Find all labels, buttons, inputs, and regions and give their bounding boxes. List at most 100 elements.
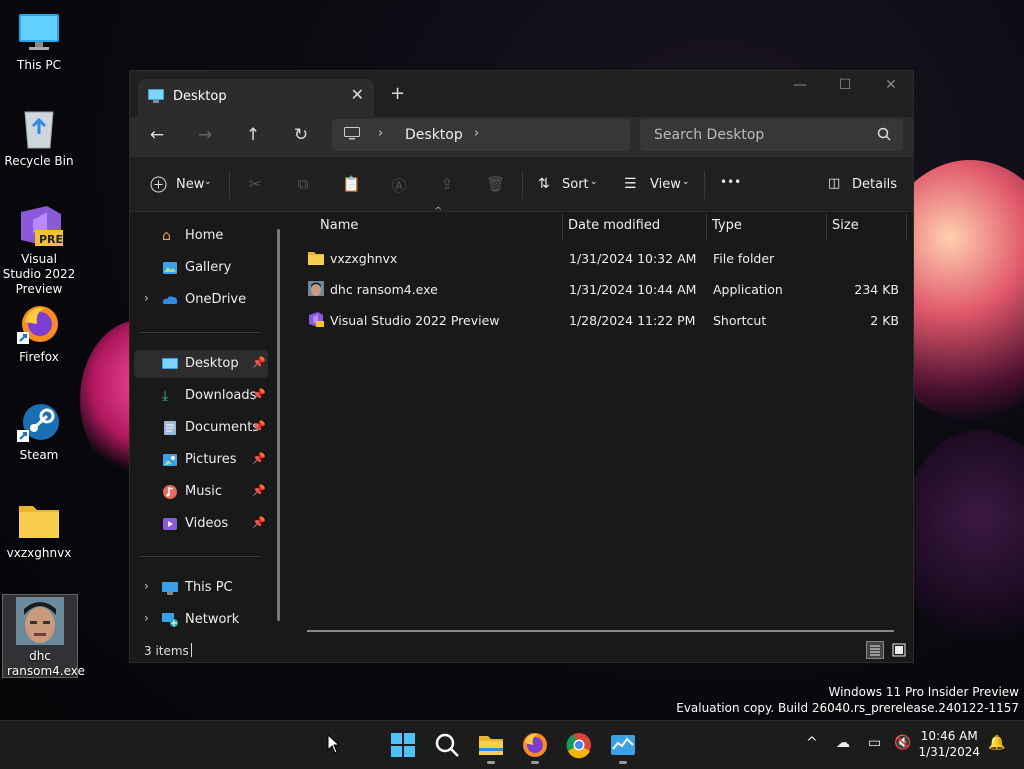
nav-item-gallery[interactable]: Gallery (134, 254, 268, 282)
divider (522, 171, 523, 199)
table-row[interactable]: vxzxghnvx 1/31/2024 10:32 AM File folder (302, 244, 907, 272)
nav-item-home[interactable]: ⌂ Home (134, 222, 268, 250)
sort-button[interactable]: ⇅ Sort ⌄ (536, 171, 602, 199)
minimize-button[interactable]: — (785, 77, 815, 93)
chevron-right-icon[interactable]: › (378, 126, 383, 141)
column-header-date[interactable]: Date modified (568, 218, 660, 233)
nav-item-documents[interactable]: Documents 📌 (134, 414, 268, 442)
tiles-view-icon[interactable] (890, 641, 908, 659)
sort-ascending-icon: ^ (434, 206, 443, 217)
pin-icon[interactable]: 📌 (252, 388, 266, 401)
task-manager-taskbar-icon[interactable] (609, 731, 637, 759)
address-box[interactable]: › Desktop › (332, 119, 630, 151)
nav-item-onedrive[interactable]: › OneDrive (134, 286, 268, 314)
horizontal-scrollbar[interactable] (307, 630, 894, 632)
desktop-icon-folder[interactable]: vxzxghnvx (2, 498, 76, 561)
file-explorer-taskbar-icon[interactable] (477, 731, 505, 759)
pin-icon[interactable]: 📌 (252, 356, 266, 369)
column-header-name[interactable]: Name (320, 218, 358, 233)
close-tab-icon[interactable]: ✕ (351, 85, 364, 104)
rename-icon[interactable]: Ⓐ (390, 175, 408, 195)
chevron-right-icon[interactable]: › (144, 291, 149, 305)
delete-icon[interactable]: 🗑 (486, 175, 505, 193)
start-button[interactable] (389, 731, 417, 759)
desktop-icon-recycle-bin[interactable]: Recycle Bin (2, 106, 76, 169)
share-icon[interactable]: ⇪ (438, 175, 456, 193)
nav-label: Network (185, 612, 240, 627)
close-window-button[interactable]: ✕ (876, 77, 906, 93)
chevron-right-icon[interactable]: › (144, 611, 149, 625)
column-header-type[interactable]: Type (712, 218, 742, 233)
chevron-right-icon[interactable]: › (474, 126, 479, 141)
chevron-right-icon[interactable]: › (144, 579, 149, 593)
copy-icon[interactable]: ⧉ (294, 175, 312, 193)
tab-desktop[interactable]: Desktop ✕ (138, 79, 374, 117)
desktop-icon-label: vxzxghnvx (6, 546, 72, 560)
desktop-icon-label: dhc ransom4.exe (7, 649, 85, 678)
desktop-icon-steam[interactable]: Steam (2, 400, 76, 463)
system-clock[interactable]: 10:46 AM 1/31/2024 (918, 728, 980, 760)
forward-button[interactable]: → (190, 125, 220, 149)
desktop-icon-ransom-exe[interactable]: dhc ransom4.exe (2, 594, 85, 678)
volume-muted-icon[interactable]: 🔇 (894, 735, 911, 751)
view-button[interactable]: ☰ View ⌄ (624, 171, 694, 199)
chrome-taskbar-icon[interactable] (565, 731, 593, 759)
maximize-button[interactable]: ☐ (830, 77, 860, 93)
details-pane-button[interactable]: ◫ Details (828, 171, 898, 199)
nav-item-downloads[interactable]: ⤓ Downloads 📌 (134, 382, 268, 410)
watermark-line: Windows 11 Pro Insider Preview (828, 685, 1019, 699)
table-row[interactable]: Visual Studio 2022 Preview 1/28/2024 11:… (302, 306, 907, 334)
gallery-icon (163, 262, 177, 274)
navigation-pane[interactable]: ⌂ Home Gallery › OneDrive Desktop 📌 ⤓ Do… (130, 212, 288, 640)
paste-icon[interactable]: 📋 (342, 175, 361, 193)
chevron-up-icon[interactable]: ^ (806, 735, 818, 751)
download-icon: ⤓ (162, 388, 169, 404)
search-icon[interactable] (433, 731, 461, 759)
column-separator[interactable] (826, 214, 827, 240)
pin-icon[interactable]: 📌 (252, 420, 266, 433)
table-row[interactable]: dhc ransom4.exe 1/31/2024 10:44 AM Appli… (302, 275, 907, 303)
file-explorer-window[interactable]: Desktop ✕ + — ☐ ✕ ← → ↑ ↻ › Desktop › Se… (129, 70, 914, 663)
nav-item-desktop[interactable]: Desktop 📌 (134, 350, 268, 378)
new-button[interactable]: New ⌄ (148, 171, 218, 199)
file-list[interactable]: ^ Name Date modified Type Size vxzxghnvx… (290, 206, 913, 640)
notification-bell-icon[interactable]: 🔔 (988, 735, 1005, 751)
running-indicator (487, 761, 495, 764)
pin-icon[interactable]: 📌 (252, 516, 266, 529)
file-type: Application (713, 282, 783, 297)
cut-icon[interactable]: ✂ (246, 175, 264, 193)
desktop-icon-visual-studio[interactable]: PRE Visual Studio 2022 Preview (2, 204, 76, 297)
column-separator[interactable] (562, 214, 563, 240)
search-icon (877, 127, 891, 141)
nav-item-network[interactable]: › Network (134, 606, 268, 634)
firefox-taskbar-icon[interactable] (521, 731, 549, 759)
pin-icon[interactable]: 📌 (252, 452, 266, 465)
nav-label: Gallery (185, 260, 232, 275)
up-button[interactable]: ↑ (238, 125, 268, 149)
breadcrumb-desktop[interactable]: Desktop (405, 127, 463, 143)
network-icon[interactable]: ▭ (868, 735, 881, 751)
nav-item-this-pc[interactable]: › This PC (134, 574, 268, 602)
details-view-icon[interactable] (866, 641, 884, 659)
title-bar[interactable]: Desktop ✕ + — ☐ ✕ (130, 71, 913, 117)
videos-icon (163, 518, 177, 530)
nav-item-music[interactable]: Music 📌 (134, 478, 268, 506)
column-separator[interactable] (706, 214, 707, 240)
onedrive-offline-icon[interactable]: ☁ (836, 735, 850, 751)
desktop-icon-firefox[interactable]: Firefox (2, 302, 76, 365)
command-bar: New ⌄ ✂ ⧉ 📋 Ⓐ ⇪ 🗑 ⇅ Sort ⌄ ☰ View ⌄ ••• … (130, 157, 913, 212)
search-input[interactable]: Search Desktop (640, 119, 903, 151)
column-separator[interactable] (906, 214, 907, 240)
desktop-icon-this-pc[interactable]: This PC (2, 10, 76, 73)
nav-item-pictures[interactable]: Pictures 📌 (134, 446, 268, 474)
nav-scrollbar[interactable] (277, 229, 280, 621)
pre-badge: PRE (39, 233, 64, 246)
back-button[interactable]: ← (142, 125, 172, 149)
nav-item-videos[interactable]: Videos 📌 (134, 510, 268, 538)
refresh-button[interactable]: ↻ (286, 125, 316, 149)
pin-icon[interactable]: 📌 (252, 484, 266, 497)
desktop-folder-icon (162, 358, 178, 369)
new-tab-button[interactable]: + (390, 83, 405, 104)
more-options-button[interactable]: ••• (720, 175, 741, 189)
column-header-size[interactable]: Size (832, 218, 859, 233)
